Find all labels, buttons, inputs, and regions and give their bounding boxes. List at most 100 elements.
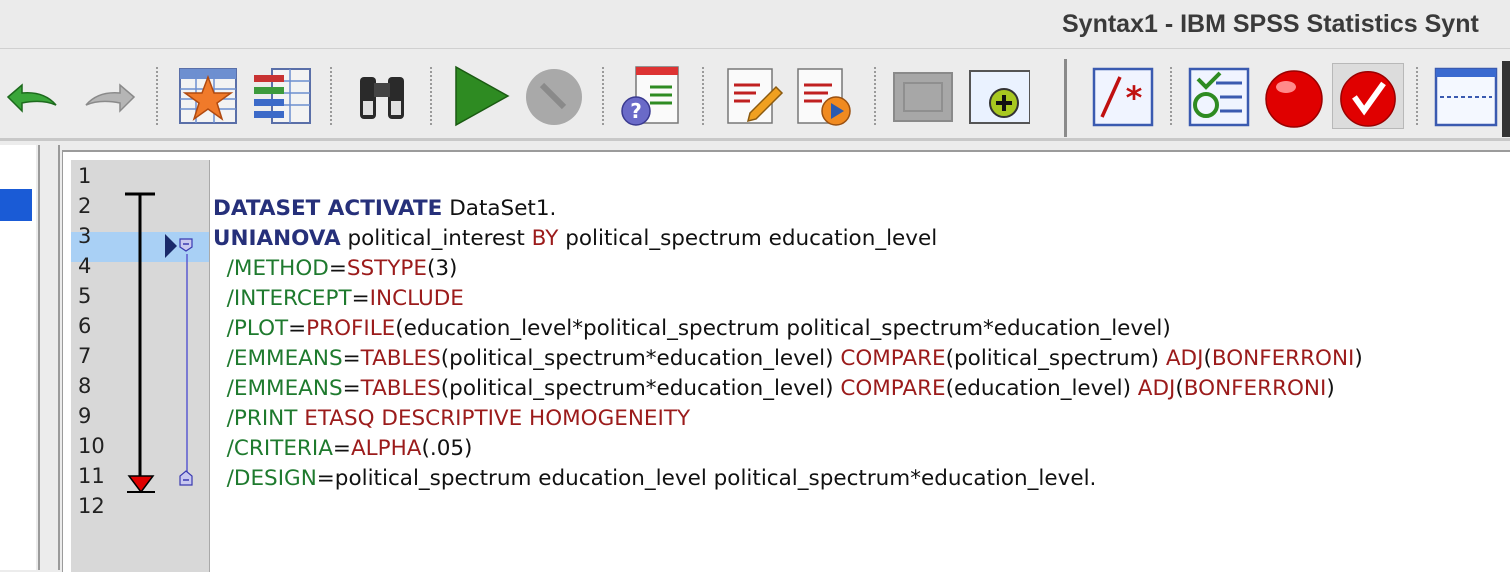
code-token: /PLOT xyxy=(226,316,289,341)
code-line[interactable]: /METHOD=SSTYPE(3) xyxy=(213,254,1363,284)
code-token: TABLES xyxy=(360,346,441,371)
toolbar-separator xyxy=(1170,67,1172,125)
code-token: = xyxy=(351,286,370,311)
toolbar-divider xyxy=(0,138,1510,141)
code-token: (3) xyxy=(426,256,458,281)
toolbar-separator xyxy=(430,67,432,125)
toolbar-separator xyxy=(1064,59,1067,137)
toolbar: ? * xyxy=(0,49,1510,141)
code-token: (.05) xyxy=(421,436,473,461)
edit-icon[interactable] xyxy=(720,63,784,129)
code-token: BY xyxy=(531,226,559,251)
verify-icon[interactable] xyxy=(1186,63,1250,129)
code-token: = xyxy=(328,256,347,281)
code-token: political_interest xyxy=(340,226,532,251)
code-line[interactable]: /INTERCEPT=INCLUDE xyxy=(213,284,1363,314)
toolbar-separator xyxy=(702,67,704,125)
code-token: political_spectrum education_level xyxy=(558,226,938,251)
code-token: SSTYPE xyxy=(346,256,427,281)
code-token: DataSet1. xyxy=(442,196,557,221)
code-token: = xyxy=(332,436,351,461)
code-token: COMPARE xyxy=(840,346,946,371)
pane-splitter[interactable] xyxy=(36,145,62,570)
syntax-editor[interactable]: 1 2 3 4 5 6 7 8 9 10 11 12 DATASET ACTIVATE DataSet… xyxy=(62,150,1510,572)
code-line[interactable]: DATASET ACTIVATE DataSet1. xyxy=(213,194,1363,224)
code-line[interactable]: /CRITERIA=ALPHA(.05) xyxy=(213,434,1363,464)
code-token: (political_spectrum*education_level) xyxy=(440,346,841,371)
toolbar-edge xyxy=(1502,61,1510,137)
code-token: (political_spectrum) xyxy=(945,346,1166,371)
code-line[interactable] xyxy=(213,494,1363,524)
breakpoint-icon[interactable] xyxy=(1262,63,1326,129)
code-token: /EMMEANS xyxy=(226,376,343,401)
code-token: ETASQ DESCRIPTIVE HOMOGENEITY xyxy=(304,406,691,431)
split-window-icon[interactable] xyxy=(1434,63,1498,129)
add-icon[interactable] xyxy=(966,63,1031,129)
code-token: = xyxy=(342,346,361,371)
code-token: INCLUDE xyxy=(369,286,464,311)
code-line[interactable] xyxy=(213,164,1363,194)
code-token: BONFERRONI xyxy=(1211,346,1355,371)
redo-icon[interactable] xyxy=(78,63,142,129)
code-line[interactable]: /PLOT=PROFILE(education_level*political_… xyxy=(213,314,1363,344)
comment-icon[interactable]: * xyxy=(1090,63,1154,129)
toolbar-separator xyxy=(156,67,158,125)
toolbar-separator xyxy=(1416,67,1418,125)
code-token: PROFILE xyxy=(306,316,396,341)
fold-end-icon[interactable] xyxy=(179,470,193,486)
code-token: (education_level) xyxy=(945,376,1138,401)
variables-icon[interactable] xyxy=(250,63,314,129)
code-token: ) xyxy=(1354,346,1363,371)
syntax-help-icon[interactable]: ? xyxy=(620,63,684,129)
line-number-gutter[interactable]: 1 2 3 4 5 6 7 8 9 10 11 12 xyxy=(71,160,210,572)
command-span-marker xyxy=(125,192,188,494)
code-token: = xyxy=(342,376,361,401)
stop-icon[interactable] xyxy=(520,63,584,129)
code-token: ( xyxy=(1203,346,1212,371)
clear-breakpoints-icon[interactable] xyxy=(1332,63,1404,129)
goto-data-icon[interactable] xyxy=(176,63,240,129)
breakpoint-area-icon[interactable] xyxy=(890,63,954,129)
selected-nav-item[interactable] xyxy=(0,189,32,221)
code-token: DATASET ACTIVATE xyxy=(213,196,443,221)
code-token: UNIANOVA xyxy=(213,226,341,251)
code-token: TABLES xyxy=(360,376,441,401)
code-line[interactable]: /PRINT ETASQ DESCRIPTIVE HOMOGENEITY xyxy=(213,404,1363,434)
window-title: Syntax1 - IBM SPSS Statistics Synt xyxy=(1062,10,1479,38)
code-line[interactable]: /EMMEANS=TABLES(political_spectrum*educa… xyxy=(213,344,1363,374)
code-token: /DESIGN xyxy=(226,466,317,491)
run-to-end-icon[interactable] xyxy=(792,63,856,129)
code-token: ) xyxy=(1326,376,1335,401)
code-area[interactable]: DATASET ACTIVATE DataSet1. UNIANOVA polit… xyxy=(213,164,1363,524)
code-line[interactable]: /DESIGN=political_spectrum education_lev… xyxy=(213,464,1363,494)
code-token: ADJ xyxy=(1137,376,1176,401)
find-icon[interactable] xyxy=(350,63,414,129)
navigation-pane[interactable] xyxy=(0,145,37,570)
code-line[interactable]: /EMMEANS=TABLES(political_spectrum*educa… xyxy=(213,374,1363,404)
code-token: /PRINT xyxy=(226,406,298,431)
code-token: BONFERRONI xyxy=(1183,376,1327,401)
toolbar-separator xyxy=(330,67,332,125)
code-token: =political_spectrum education_level poli… xyxy=(316,466,1097,491)
title-bar: Syntax1 - IBM SPSS Statistics Synt xyxy=(0,0,1510,49)
code-line[interactable]: UNIANOVA political_interest BY political… xyxy=(213,224,1363,254)
toolbar-separator xyxy=(602,67,604,125)
code-token: ALPHA xyxy=(350,436,422,461)
code-token: ( xyxy=(1175,376,1184,401)
code-token: (political_spectrum*education_level) xyxy=(440,376,841,401)
code-token: /EMMEANS xyxy=(226,346,343,371)
code-token: (education_level*political_spectrum poli… xyxy=(395,316,1171,341)
code-token: /METHOD xyxy=(226,256,329,281)
fold-collapse-icon[interactable] xyxy=(179,238,193,252)
code-token: /CRITERIA xyxy=(226,436,333,461)
run-icon[interactable] xyxy=(448,63,512,129)
undo-icon[interactable] xyxy=(0,63,64,129)
